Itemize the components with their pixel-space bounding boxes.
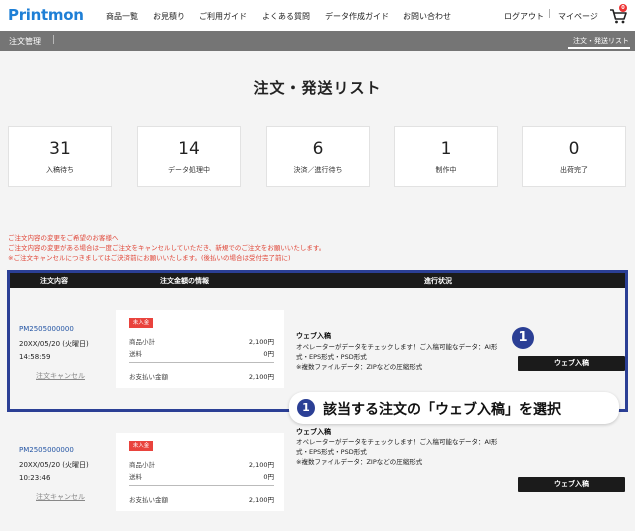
callout-text: 該当する注文の「ウェブ入稿」を選択 [323,402,561,418]
nav-data-guide[interactable]: データ作成ガイド [325,11,389,22]
status-title: ウェブ入稿 [296,428,331,436]
total-label: お支払い金額 [129,496,168,504]
page-title: 注文・発送リスト [253,79,382,97]
stat-label: 出荷完了 [560,166,588,174]
stat-card-payment-waiting[interactable]: 6 決済／進行待ち [266,126,370,187]
order-date: 20XX/05/20 (火曜日) [19,461,89,469]
stat-card-in-production[interactable]: 1 制作中 [394,126,498,187]
breadcrumb-current[interactable]: 注文・発送リスト [573,36,629,46]
stat-count: 31 [49,139,71,159]
web-upload-button[interactable]: ウェブ入稿 [518,477,625,492]
order-id-link[interactable]: PM2505000000 [19,446,74,454]
shipping-label: 送料 [129,473,142,481]
logo[interactable]: Printmon [8,6,84,24]
subheader-bar: 注文管理 | 注文・発送リスト [0,31,635,51]
subtotal-row: 商品小計 2,100円 [129,459,274,469]
shipping-value: 0円 [263,473,274,481]
notice-line: ご注文内容の変更がある場合は一度ご注文をキャンセルしていただき、新規でのご注文を… [8,244,326,252]
section-label[interactable]: 注文管理 [9,36,41,47]
stat-count: 14 [178,139,200,159]
subtotal-value: 2,100円 [248,461,274,469]
notice-line: ※ご注文キャンセルにつきましてはご決済前にお願いいたします。(後払いの場合は受付… [8,254,291,262]
order-time: 10:23:46 [19,474,51,482]
stat-card-data-processing[interactable]: 14 データ処理中 [137,126,241,187]
payment-info-box: 未入金 商品小計 2,100円 送料 0円 お支払い金額 2,100円 [116,433,284,511]
subheader-divider: | [52,35,56,45]
logout-link[interactable]: ログアウト [504,11,544,22]
stat-card-shipped[interactable]: 0 出荷完了 [522,126,626,187]
shipping-row: 送料 0円 [129,471,274,481]
nav-guide[interactable]: ご利用ガイド [199,11,247,22]
stat-count: 1 [440,139,452,159]
breadcrumb-underline [568,47,630,49]
unpaid-badge: 未入金 [129,441,153,451]
stat-label: 入稿待ち [46,166,74,174]
mypage-link[interactable]: マイページ [558,11,598,22]
nav-contact[interactable]: お問い合わせ [403,11,451,22]
nav-products[interactable]: 商品一覧 [106,11,138,22]
status-description: オペレーターがデータをチェックします！ご入稿可能なデータ：AI形式・EPS形式・… [296,438,498,456]
stat-count: 6 [312,139,324,159]
table-row: PM2505000000 20XX/05/20 (火曜日) 10:23:46 注… [8,418,626,531]
status-note: ※複数ファイルデータ：ZIPなどの圧縮形式 [296,458,423,466]
site-header: Printmon 商品一覧 お見積り ご利用ガイド よくある質問 データ作成ガイ… [0,0,635,31]
step-number-marker: 1 [512,327,534,349]
stat-label: データ処理中 [168,166,210,174]
stat-label: 制作中 [435,166,457,174]
notice-line: ご注文内容の変更をご希望のお客様へ [8,234,119,242]
nav-faq[interactable]: よくある質問 [262,11,310,22]
header-divider: | [548,9,552,19]
divider [129,485,274,486]
stat-label: 決済／進行待ち [293,166,343,174]
cart-count-badge: 0 [619,4,627,12]
callout-step-number: 1 [297,399,315,417]
instruction-callout: 1 該当する注文の「ウェブ入稿」を選択 [289,392,619,424]
stat-card-awaiting-upload[interactable]: 31 入稿待ち [8,126,112,187]
total-value: 2,100円 [248,496,274,504]
total-row: お支払い金額 2,100円 [129,494,274,504]
stat-count: 0 [568,139,580,159]
subtotal-label: 商品小計 [129,461,155,469]
nav-quote[interactable]: お見積り [153,11,185,22]
highlight-frame [7,270,628,412]
cancel-order-link[interactable]: 注文キャンセル [36,492,85,502]
